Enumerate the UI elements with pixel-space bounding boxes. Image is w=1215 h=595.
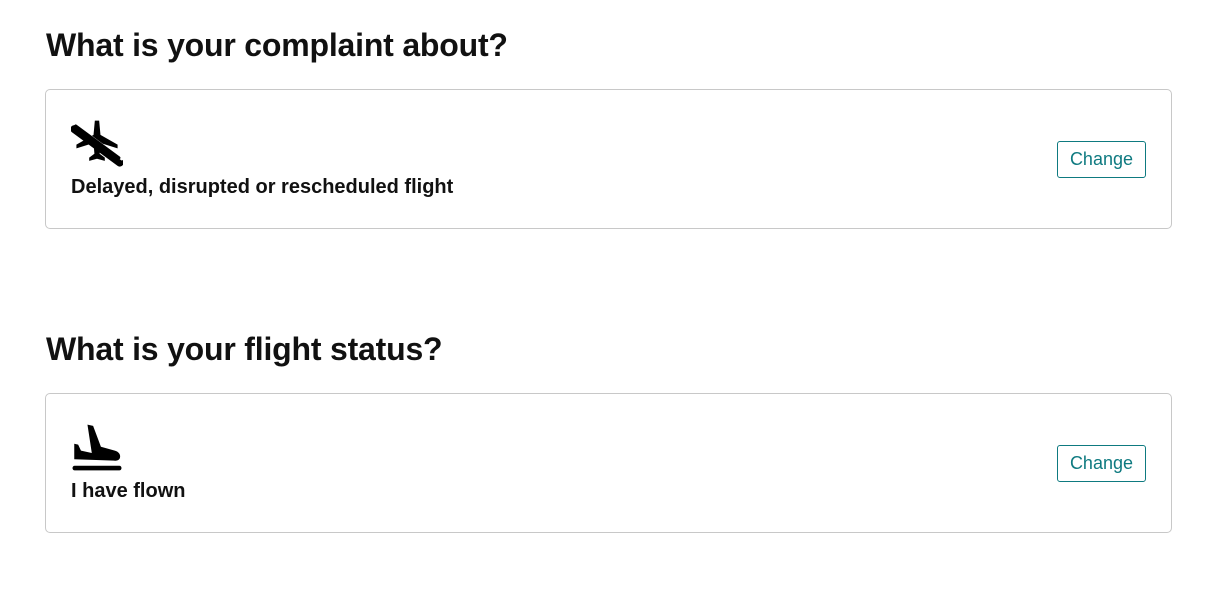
flight-status-question-heading: What is your flight status? xyxy=(46,331,443,367)
change-flight-status-button[interactable]: Change xyxy=(1056,445,1146,482)
complaint-question-heading: What is your complaint about? xyxy=(46,27,508,63)
flight-status-section: What is your flight status? I have flown… xyxy=(45,328,1172,533)
complaint-answer-card: Delayed, disrupted or rescheduled flight… xyxy=(45,89,1172,229)
airplane-off-icon xyxy=(71,115,123,167)
change-complaint-button[interactable]: Change xyxy=(1056,141,1146,178)
complaint-section: What is your complaint about? Delayed, d… xyxy=(45,24,1172,229)
airplane-landing-icon xyxy=(71,419,123,471)
flight-status-answer-card: I have flown Change xyxy=(45,393,1172,533)
flight-status-answer-label: I have flown xyxy=(71,480,186,502)
complaint-answer-label: Delayed, disrupted or rescheduled flight xyxy=(71,176,454,198)
